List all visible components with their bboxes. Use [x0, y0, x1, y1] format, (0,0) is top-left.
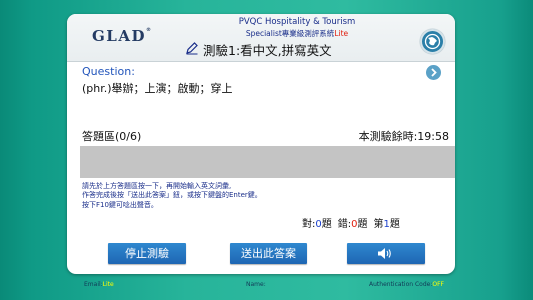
globe-button[interactable] — [420, 29, 445, 54]
header-bar: GLAD® PVQC Hospitality & Tourism Special… — [67, 14, 455, 62]
quiz-title: 測驗1:看中文,拼寫英文 — [203, 43, 332, 58]
answer-input[interactable] — [80, 146, 455, 178]
instruction-line: 按下F10鍵可唸出聲音。 — [82, 200, 158, 209]
app-subtitle: Specialist專業級測評系統Lite — [245, 29, 349, 38]
submit-answer-button[interactable]: 送出此答案 — [230, 243, 307, 264]
globe-icon — [424, 33, 441, 50]
play-sound-button[interactable] — [347, 243, 425, 264]
footer-email: Email:Lite — [84, 281, 114, 288]
glad-logo: GLAD® — [92, 27, 152, 45]
score-display: 對:0題 錯:0題 第1題 — [302, 219, 400, 230]
question-label: Question: — [82, 65, 135, 78]
next-question-button[interactable] — [426, 65, 441, 80]
answer-area-label: 答題區(0/6) — [82, 130, 142, 143]
quiz-panel: GLAD® PVQC Hospitality & Tourism Special… — [67, 14, 455, 274]
app-title: PVQC Hospitality & Tourism — [238, 17, 356, 27]
footer-auth-code: Authentication Code:OFF — [369, 281, 444, 288]
chevron-right-icon — [431, 68, 437, 77]
question-text: (phr.)舉辦；上演；啟動；穿上 — [82, 82, 233, 95]
pencil-icon — [186, 42, 198, 55]
stop-test-button[interactable]: 停止測驗 — [108, 243, 186, 264]
instructions: 請先於上方答題區按一下，再開始輸入英文詞彙, 作答完成後按「送出此答案」鈕，或按… — [82, 182, 262, 210]
instruction-line: 請先於上方答題區按一下，再開始輸入英文詞彙, — [82, 182, 232, 190]
speaker-icon — [378, 248, 391, 259]
instruction-line: 作答完成後按「送出此答案」鈕，或按下鍵盤的Enter鍵。 — [82, 191, 262, 200]
footer-name: Name: — [246, 281, 266, 288]
remaining-time: 本測驗餘時:19:58 — [358, 130, 449, 143]
